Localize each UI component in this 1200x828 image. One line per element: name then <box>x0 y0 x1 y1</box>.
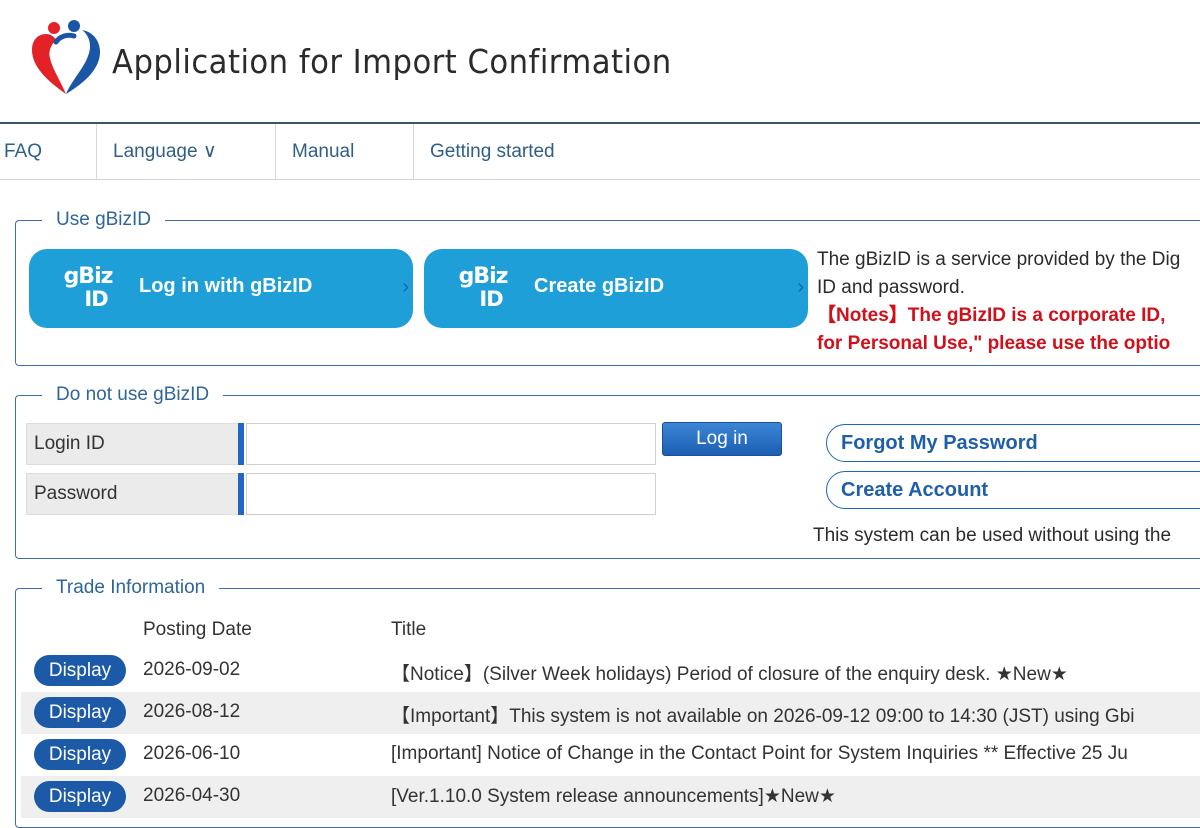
no-gbiz-note: This system can be used without using th… <box>813 525 1172 546</box>
row-title: [Ver.1.10.0 System release announcements… <box>391 786 836 807</box>
row-date: 2026-09-02 <box>143 659 241 680</box>
display-button[interactable]: Display <box>34 739 126 770</box>
gbizid-logo-line1: gBiz <box>458 264 509 289</box>
forgot-password-link[interactable]: Forgot My Password <box>826 424 1200 462</box>
nav-getting-started[interactable]: Getting started <box>414 124 664 179</box>
gbizid-logo-icon: gBiz ID <box>458 264 509 311</box>
column-header-posting-date: Posting Date <box>143 619 252 640</box>
gbiz-notes-line1: 【Notes】The gBizID is a corporate ID, <box>817 305 1166 326</box>
table-row: Display 2026-06-10 [Important] Notice of… <box>21 734 1200 776</box>
gbiz-section-legend: Use gBizID <box>42 209 166 231</box>
nav-faq[interactable]: FAQ <box>0 124 97 179</box>
gbiz-description-line2: ID and password. <box>817 277 965 298</box>
row-title: 【Notice】(Silver Week holidays) Period of… <box>391 664 1068 685</box>
display-button[interactable]: Display <box>34 697 126 728</box>
create-gbizid-button[interactable]: gBiz ID Create gBizID › <box>424 249 808 328</box>
chevron-right-icon: › <box>797 276 804 298</box>
table-row: Display 2026-08-12 【Important】This syste… <box>21 692 1200 734</box>
heart-people-logo-icon <box>32 20 100 94</box>
create-gbizid-label: Create gBizID <box>534 275 665 297</box>
trade-information-section: Trade Information Posting Date Title Dis… <box>15 577 1200 828</box>
display-button[interactable]: Display <box>34 781 126 812</box>
login-button[interactable]: Log in <box>662 422 782 456</box>
gbizid-logo-icon: gBiz ID <box>63 264 114 311</box>
trade-information-legend: Trade Information <box>42 577 220 599</box>
row-title: [Important] Notice of Change in the Cont… <box>391 743 1128 764</box>
row-date: 2026-08-12 <box>143 701 241 722</box>
column-header-title: Title <box>391 619 427 640</box>
password-label: Password <box>26 473 244 515</box>
gbiz-section: Use gBizID gBiz ID Log in with gBizID › … <box>15 209 1200 366</box>
chevron-right-icon: › <box>402 276 409 298</box>
main-nav: FAQ Language ∨ Manual Getting started <box>0 122 1200 180</box>
password-input[interactable] <box>246 473 656 515</box>
row-date: 2026-06-10 <box>143 743 241 764</box>
table-row: Display 2026-04-30 [Ver.1.10.0 System re… <box>21 776 1200 818</box>
login-with-gbizid-label: Log in with gBizID <box>139 275 313 297</box>
gbizid-logo-line1: gBiz <box>63 264 114 289</box>
create-account-link[interactable]: Create Account <box>826 471 1200 509</box>
nav-language-dropdown[interactable]: Language ∨ <box>97 124 276 179</box>
gbizid-logo-line2: ID <box>84 287 108 311</box>
nav-manual[interactable]: Manual <box>276 124 414 179</box>
header: Application for Import Confirmation <box>0 0 1200 122</box>
page-title: Application for Import Confirmation <box>112 42 672 81</box>
gbiz-notes-line2: for Personal Use," please use the optio <box>817 333 1171 354</box>
login-id-input[interactable] <box>246 423 656 465</box>
table-row: Display 2026-09-02 【Notice】(Silver Week … <box>21 650 1200 692</box>
login-id-label: Login ID <box>26 423 244 465</box>
gbiz-description: The gBizID is a service provided by the … <box>817 246 1180 358</box>
display-button[interactable]: Display <box>34 655 126 686</box>
gbiz-description-line1: The gBizID is a service provided by the … <box>817 249 1181 270</box>
row-date: 2026-04-30 <box>143 785 241 806</box>
direct-login-legend: Do not use gBizID <box>42 384 224 406</box>
gbizid-logo-line2: ID <box>479 287 503 311</box>
login-with-gbizid-button[interactable]: gBiz ID Log in with gBizID › <box>29 249 413 328</box>
direct-login-section: Do not use gBizID Login ID Password Log … <box>15 384 1200 559</box>
row-title: 【Important】This system is not available … <box>391 706 1135 727</box>
